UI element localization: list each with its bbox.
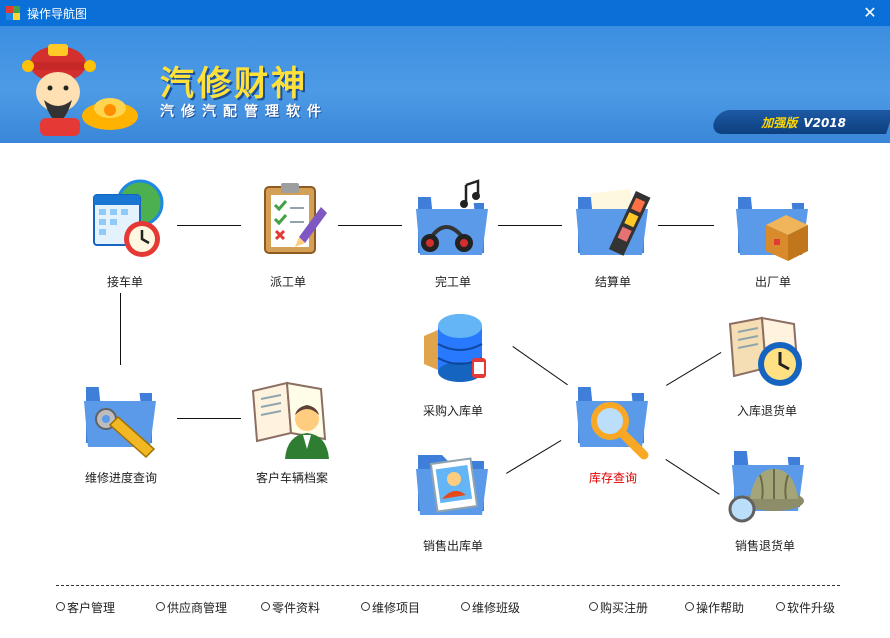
calendar-clock-icon <box>93 179 164 257</box>
folder-photo-icon <box>416 455 488 515</box>
circle-bullet-icon <box>56 602 65 611</box>
folder-film-icon <box>576 189 651 256</box>
settlement-order-button[interactable]: 结算单 <box>553 177 673 290</box>
window-title: 操作导航图 <box>27 7 88 21</box>
god-of-wealth-mascot-icon <box>22 44 138 136</box>
vehicle-archive-label: 客户车辆档案 <box>255 471 328 485</box>
exit-order-button[interactable]: 出厂单 <box>713 177 833 290</box>
folder-magnifier-icon <box>576 381 649 460</box>
reception-order-button[interactable]: 接车单 <box>65 177 185 290</box>
edition-badge: 加强版 V2018 <box>761 114 846 131</box>
flow-diagram: 接车单 派工单 完工单 结算单 出厂单 采购入库单 入库退货单 维修进度查询 客… <box>0 143 890 638</box>
book-person-icon <box>251 381 329 459</box>
header-banner: 汽修财神 汽修汽配管理软件 加强版 V2018 <box>0 26 890 143</box>
folder-box-icon <box>736 189 808 261</box>
bottom-divider <box>56 585 840 586</box>
circle-bullet-icon <box>156 602 165 611</box>
dispatch-order-label: 派工单 <box>269 275 306 289</box>
repair-items-link[interactable]: 维修项目 <box>361 599 420 616</box>
database-boxes-icon <box>424 314 486 382</box>
brand-name: 汽修财神 <box>160 64 308 104</box>
inventory-query-button[interactable]: 库存查询 <box>553 373 673 486</box>
edition-label: 加强版 <box>761 116 798 130</box>
reception-order-label: 接车单 <box>106 275 143 289</box>
purchase-inbound-button[interactable]: 采购入库单 <box>393 306 513 419</box>
vehicle-archive-button[interactable]: 客户车辆档案 <box>232 373 352 486</box>
sales-return-label: 销售退货单 <box>734 539 795 553</box>
inbound-return-label: 入库退货单 <box>736 404 797 418</box>
circle-bullet-icon <box>261 602 270 611</box>
inventory-query-label: 库存查询 <box>588 471 637 485</box>
clipboard-checklist-icon <box>264 183 327 254</box>
dispatch-order-button[interactable]: 派工单 <box>228 177 348 290</box>
settlement-order-label: 结算单 <box>594 275 631 289</box>
operation-help-link[interactable]: 操作帮助 <box>685 599 744 616</box>
supplier-management-link[interactable]: 供应商管理 <box>156 599 227 616</box>
circle-bullet-icon <box>461 602 470 611</box>
parts-data-link[interactable]: 零件资料 <box>261 599 320 616</box>
circle-bullet-icon <box>776 602 785 611</box>
app-icon <box>6 6 20 20</box>
purchase-inbound-label: 采购入库单 <box>422 404 483 418</box>
repair-teams-link[interactable]: 维修班级 <box>461 599 520 616</box>
close-icon[interactable]: ✕ <box>850 0 890 26</box>
inbound-return-button[interactable]: 入库退货单 <box>707 306 827 419</box>
book-clock-icon <box>728 316 802 386</box>
sales-return-button[interactable]: 销售退货单 <box>705 441 825 554</box>
connector-line <box>120 293 121 365</box>
purchase-registration-link[interactable]: 购买注册 <box>589 599 648 616</box>
title-bar: 操作导航图 ✕ <box>0 0 890 26</box>
sales-outbound-label: 销售出库单 <box>422 539 483 553</box>
customer-management-link[interactable]: 客户管理 <box>56 599 115 616</box>
progress-query-button[interactable]: 维修进度查询 <box>61 373 181 486</box>
completion-order-label: 完工单 <box>434 275 471 289</box>
progress-query-label: 维修进度查询 <box>84 471 157 485</box>
completion-order-button[interactable]: 完工单 <box>393 177 513 290</box>
exit-order-label: 出厂单 <box>754 275 791 289</box>
folder-helmet-icon <box>728 444 804 523</box>
folder-wrench-icon <box>84 381 156 459</box>
software-upgrade-link[interactable]: 软件升级 <box>776 599 835 616</box>
version-label: V2018 <box>803 116 846 130</box>
sales-outbound-button[interactable]: 销售出库单 <box>393 441 513 554</box>
circle-bullet-icon <box>685 602 694 611</box>
circle-bullet-icon <box>361 602 370 611</box>
brand-slogan: 汽修汽配管理软件 <box>160 104 328 120</box>
circle-bullet-icon <box>589 602 598 611</box>
folder-headphones-icon <box>416 179 488 255</box>
